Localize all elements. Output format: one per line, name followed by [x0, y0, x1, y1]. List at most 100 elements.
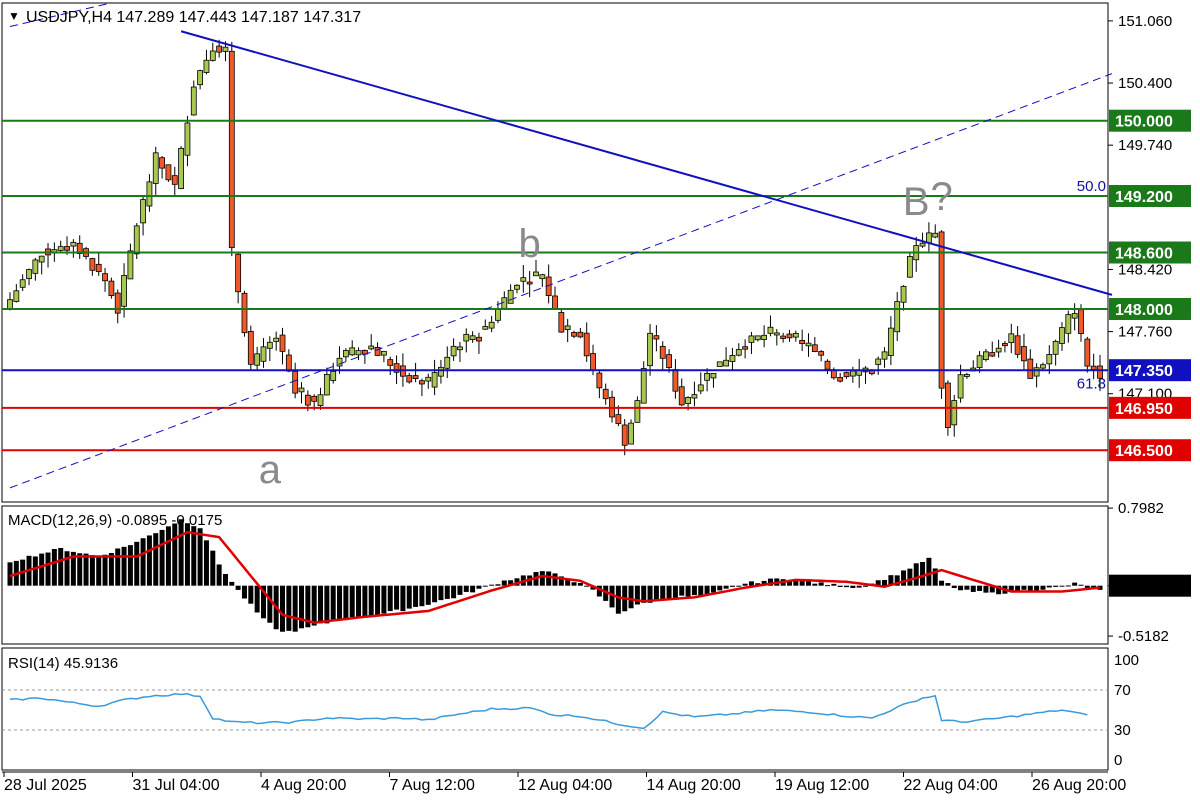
candle-body	[1059, 327, 1065, 344]
candle-body	[1090, 365, 1097, 370]
macd-histogram-bar	[913, 563, 919, 586]
price-axis-label: 150.400	[1118, 75, 1172, 92]
macd-histogram-bar	[920, 561, 926, 586]
fib-label: 61.8	[1077, 376, 1106, 393]
macd-histogram-bar	[406, 585, 412, 609]
candle-body	[811, 344, 818, 353]
candle-body	[336, 357, 343, 367]
candle-body	[640, 368, 647, 404]
macd-histogram-bar	[368, 585, 374, 617]
macd-histogram-bar	[280, 585, 285, 632]
level-label: 147.350	[1115, 363, 1173, 380]
macd-histogram-bar	[241, 585, 247, 599]
candle-body	[697, 384, 704, 392]
macd-histogram-bar	[977, 585, 983, 591]
macd-title: MACD(12,26,9) -0.0895 -0.0175	[8, 512, 222, 529]
macd-histogram-bar	[660, 585, 666, 600]
candle-body	[1046, 354, 1053, 365]
candle-body	[602, 388, 609, 400]
macd-histogram-bar	[698, 585, 704, 596]
candle-body	[976, 355, 983, 368]
macd-histogram-bar	[1078, 584, 1084, 586]
macd-histogram-bar	[1059, 585, 1065, 587]
time-axis-label: 26 Aug 20:00	[1032, 777, 1126, 794]
macd-histogram-bar	[197, 528, 203, 586]
candle-body	[621, 424, 628, 446]
candle-body	[254, 353, 261, 366]
candle-body	[691, 394, 698, 399]
candle-body	[583, 332, 590, 357]
candle-body	[368, 345, 375, 350]
candle-body	[742, 346, 749, 350]
macd-histogram-bar	[387, 585, 393, 612]
macd-histogram-bar	[710, 585, 716, 593]
candle-body	[266, 341, 273, 349]
level-label: 146.950	[1115, 401, 1173, 418]
price-axis-label: 149.740	[1118, 137, 1172, 154]
macd-histogram-bar	[958, 585, 964, 591]
macd-histogram-bar	[216, 564, 222, 586]
candle-body	[837, 377, 844, 382]
macd-histogram-bar	[451, 585, 457, 599]
candle-body	[906, 256, 913, 278]
price-axis-label: 147.760	[1118, 324, 1172, 341]
macd-histogram-bar	[115, 548, 121, 586]
macd-histogram-bar	[89, 555, 95, 586]
macd-histogram-bar	[1040, 585, 1046, 590]
macd-histogram-bar	[153, 533, 159, 586]
candle-body	[887, 327, 894, 356]
macd-histogram-bar	[102, 554, 108, 586]
candle-body	[247, 330, 254, 365]
candle-body	[881, 351, 888, 360]
candle-body	[476, 336, 482, 342]
macd-histogram-bar	[501, 580, 507, 586]
candle-body	[533, 271, 539, 277]
macd-histogram-bar	[39, 553, 45, 586]
macd-histogram-bar	[457, 585, 463, 595]
candle-body	[564, 325, 571, 331]
candle-body	[1084, 338, 1091, 367]
macd-histogram-bar	[539, 571, 545, 586]
macd-histogram-bar	[939, 580, 945, 586]
macd-histogram-bar	[672, 585, 678, 598]
candle-body	[932, 232, 939, 238]
candle-body	[317, 394, 324, 407]
candle-body	[342, 350, 349, 358]
candle-body	[716, 361, 723, 367]
candle-body	[203, 59, 210, 73]
macd-histogram-bar	[146, 535, 152, 586]
macd-histogram-bar	[831, 583, 837, 586]
candle-body	[945, 382, 951, 428]
candle-body	[406, 375, 413, 383]
macd-histogram-bar	[210, 550, 216, 586]
time-axis-label: 31 Jul 04:00	[133, 777, 220, 794]
candle-body	[571, 332, 577, 337]
candle-body	[197, 70, 204, 86]
candle-body	[89, 258, 96, 271]
macd-histogram-bar	[127, 545, 133, 586]
wave-label: B	[903, 180, 930, 224]
candle-body	[108, 280, 115, 296]
macd-histogram-bar	[818, 582, 824, 586]
macd-histogram-bar	[96, 556, 102, 586]
candle-body	[32, 259, 39, 274]
macd-histogram-bar	[742, 583, 748, 586]
symbol-dropdown-icon: ▼	[8, 9, 20, 23]
macd-histogram-bar	[805, 581, 811, 586]
rsi-axis-label: 100	[1114, 652, 1139, 669]
candle-body	[13, 290, 20, 302]
rsi-axis-label: 30	[1114, 722, 1131, 739]
candle-body	[159, 157, 165, 169]
macd-histogram-bar	[825, 585, 830, 587]
level-label: 149.200	[1115, 189, 1173, 206]
candle-body	[938, 231, 945, 389]
candle-body	[488, 321, 495, 329]
macd-histogram-bar	[666, 585, 672, 599]
macd-histogram-bar	[717, 585, 723, 591]
time-axis-label: 14 Aug 20:00	[647, 777, 741, 794]
macd-histogram-bar	[324, 585, 330, 624]
candle-body	[349, 347, 356, 356]
time-axis-label: 12 Aug 04:00	[518, 777, 612, 794]
candle-body	[900, 285, 907, 303]
candle-body	[989, 352, 996, 357]
